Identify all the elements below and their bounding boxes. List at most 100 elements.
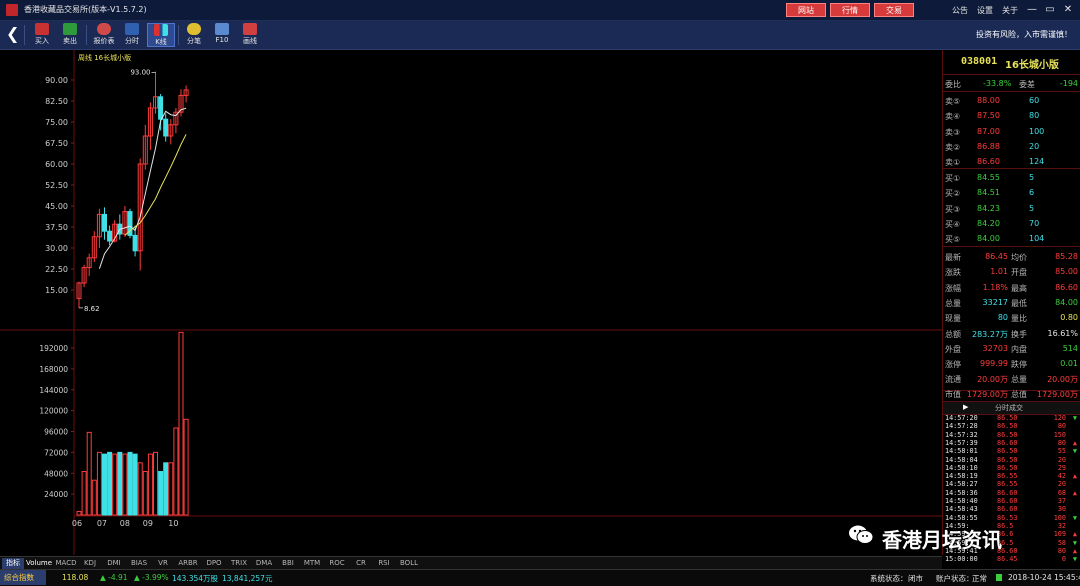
kline-chart-area[interactable]: 90.00 82.50 75.00 67.50 60.00 52.50 45.00 37.50… bbox=[0, 50, 943, 555]
ask-row[interactable]: 卖④ 87.50 80 bbox=[943, 108, 1080, 123]
indicator-tab[interactable]: KDJ bbox=[79, 558, 101, 569]
price-tick-label: 30.00 bbox=[45, 244, 68, 253]
price-tick-label: 67.50 bbox=[45, 139, 68, 148]
indicator-tab[interactable]: MTM bbox=[300, 558, 324, 569]
tick-price: 86.60 bbox=[997, 438, 1018, 447]
about-link[interactable]: 关于 bbox=[1002, 5, 1018, 16]
kline-title: 周线 16长城小版 bbox=[78, 54, 132, 62]
indicator-tab[interactable]: 指标 bbox=[2, 558, 24, 569]
indicator-tab[interactable]: CR bbox=[350, 558, 372, 569]
timeshare-icon bbox=[125, 23, 139, 35]
kline-chart-svg[interactable]: 90.00 82.50 75.00 67.50 60.00 52.50 45.00 37.50… bbox=[0, 50, 942, 555]
bid-row[interactable]: 买① 84.55 5 bbox=[943, 170, 1080, 185]
weicha-label: 委差 bbox=[1019, 80, 1035, 89]
ask-label: 卖① bbox=[945, 158, 961, 168]
ask-label: 卖② bbox=[945, 142, 961, 152]
ask-row[interactable]: 卖② 86.88 20 bbox=[943, 139, 1080, 154]
tick-direction-icon: ▲ bbox=[1072, 472, 1077, 481]
timeshare-button[interactable]: 分时 bbox=[118, 23, 146, 47]
ticks-expand-icon[interactable]: ▶ bbox=[963, 403, 968, 411]
volume-bar bbox=[127, 451, 133, 516]
high-price-label: 93.00 bbox=[130, 69, 150, 77]
indicator-tab[interactable]: TRIX bbox=[227, 558, 251, 569]
watermark-text: 香港月坛资讯 bbox=[882, 528, 1002, 552]
kline-button[interactable]: K线 bbox=[147, 23, 175, 47]
tick-button[interactable]: 分笔 bbox=[180, 23, 208, 47]
stat-row[interactable]: 总量 33217 最低 84.00 bbox=[943, 295, 1080, 310]
tick-row: 14:58:01 86.50 55 ▼ bbox=[943, 447, 1080, 455]
indicator-tab[interactable]: MACD bbox=[54, 558, 78, 569]
ask-row[interactable]: 卖⑤ 88.00 60 bbox=[943, 93, 1080, 108]
indicator-tab[interactable]: VR bbox=[152, 558, 174, 569]
settings-link[interactable]: 设置 bbox=[977, 5, 993, 16]
stat-value: 1.18% bbox=[982, 282, 1008, 292]
bid-row[interactable]: 买④ 84.20 70 bbox=[943, 216, 1080, 231]
bid-price: 84.55 bbox=[977, 173, 1000, 182]
stat-row[interactable]: 涨跌 1.01 开盘 85.00 bbox=[943, 264, 1080, 279]
index-amount: 143.354万股 bbox=[172, 574, 219, 583]
bid-label: 买③ bbox=[945, 204, 961, 214]
ask-label: 卖③ bbox=[945, 127, 961, 137]
volume-tick-label: 72000 bbox=[44, 448, 68, 457]
ask-row[interactable]: 卖① 86.60 124 bbox=[943, 154, 1080, 169]
indicator-tab[interactable]: BBI bbox=[277, 558, 299, 569]
draw-line-label: 画线 bbox=[243, 37, 257, 45]
close-icon[interactable]: ✕ bbox=[1062, 4, 1074, 15]
tick-volume: 30 bbox=[1057, 505, 1066, 514]
volume-bar bbox=[117, 451, 123, 516]
trade-button[interactable]: 交易 bbox=[874, 3, 914, 17]
x-month-label: 06 bbox=[72, 519, 82, 528]
ask-price: 86.60 bbox=[977, 157, 1000, 167]
stat-value: 86.60 bbox=[1055, 282, 1078, 292]
indicator-tab[interactable]: Volume bbox=[25, 558, 53, 569]
volume-bar bbox=[107, 451, 113, 516]
quote-table-button[interactable]: 报价表 bbox=[90, 23, 118, 47]
bid-row[interactable]: 买③ 84.23 5 bbox=[943, 201, 1080, 216]
notice-link[interactable]: 公告 bbox=[952, 5, 968, 16]
stat-value: 16.61% bbox=[1047, 328, 1078, 338]
volume-bar bbox=[158, 471, 164, 516]
indicator-tab[interactable]: BIAS bbox=[127, 558, 151, 569]
draw-line-button[interactable]: 画线 bbox=[236, 23, 264, 47]
f10-button[interactable]: F10 bbox=[208, 23, 236, 47]
ask-volume: 20 bbox=[1029, 141, 1040, 151]
stat-row[interactable]: 市值 1729.00万 总值 1729.00万 bbox=[943, 386, 1080, 401]
buy-button[interactable]: 买入 bbox=[28, 23, 56, 47]
indicator-tab[interactable]: DMI bbox=[102, 558, 126, 569]
indicator-tab[interactable]: RSI bbox=[373, 558, 395, 569]
stat-row[interactable]: 总额 283.27万 换手 16.61% bbox=[943, 326, 1080, 341]
bid-row[interactable]: 买② 84.51 6 bbox=[943, 185, 1080, 200]
maximize-icon[interactable]: ▭ bbox=[1044, 4, 1056, 15]
indicator-tab[interactable]: ROC bbox=[325, 558, 349, 569]
index-name[interactable]: 综合指数 bbox=[0, 570, 46, 585]
ask-row[interactable]: 卖③ 87.00 100 bbox=[943, 124, 1080, 139]
indicator-tab[interactable]: DMA bbox=[252, 558, 276, 569]
stat-row[interactable]: 现量 80 量比 0.80 bbox=[943, 310, 1080, 325]
bid-price: 84.51 bbox=[977, 188, 1000, 198]
tick-volume: 55 bbox=[1057, 447, 1066, 456]
tick-direction-icon: ▲ bbox=[1072, 488, 1077, 497]
bid-row[interactable]: 买⑤ 84.00 104 bbox=[943, 231, 1080, 246]
minimize-icon[interactable]: — bbox=[1026, 4, 1038, 15]
tick-time: 14:58:55 bbox=[945, 513, 978, 522]
stat-row[interactable]: 外盘 32703 内盘 514 bbox=[943, 341, 1080, 356]
ask-label: 卖④ bbox=[945, 112, 961, 122]
volume-bar bbox=[86, 431, 92, 516]
indicator-tab[interactable]: DPO bbox=[202, 558, 226, 569]
market-button[interactable]: 行情 bbox=[830, 3, 870, 17]
stat-row[interactable]: 最新 86.45 均价 85.28 bbox=[943, 249, 1080, 264]
stat-row[interactable]: 涨幅 1.18% 最高 86.60 bbox=[943, 280, 1080, 295]
sell-button[interactable]: 卖出 bbox=[56, 23, 84, 47]
stock-code: 038001 bbox=[961, 56, 998, 67]
indicator-tab[interactable]: ARBR bbox=[175, 558, 201, 569]
webi-value: -33.8% bbox=[983, 79, 1012, 88]
stat-row[interactable]: 涨停 999.99 跌停 0.01 bbox=[943, 356, 1080, 371]
indicator-tab[interactable]: BOLL bbox=[396, 558, 422, 569]
back-arrow-icon[interactable]: ❮ bbox=[6, 25, 19, 43]
stat-label: 最高 bbox=[1011, 283, 1027, 293]
website-button[interactable]: 网站 bbox=[786, 3, 826, 17]
tick-price: 86.50 bbox=[997, 430, 1018, 439]
stat-row[interactable]: 流通 20.00万 总量 20.00万 bbox=[943, 371, 1080, 386]
bid-label: 买⑤ bbox=[945, 235, 961, 245]
index-value: 118.08 bbox=[62, 573, 89, 582]
